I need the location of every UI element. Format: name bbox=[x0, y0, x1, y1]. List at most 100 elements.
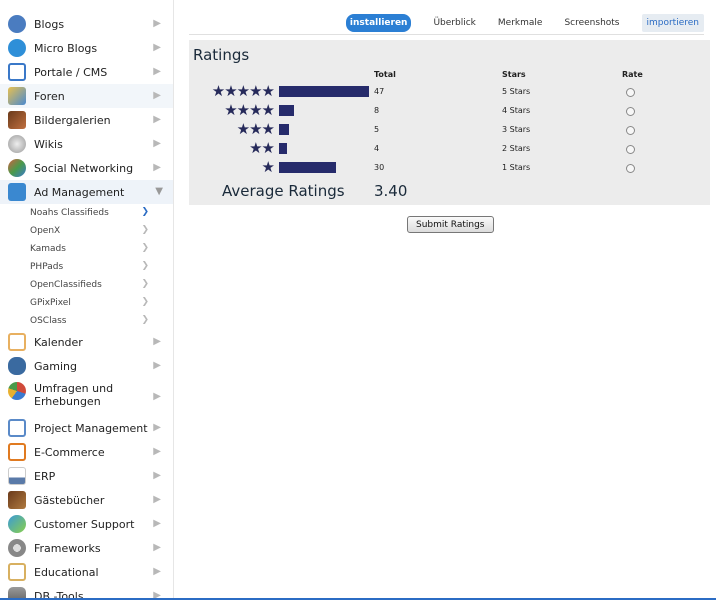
submit-ratings-button[interactable]: Submit Ratings bbox=[407, 216, 494, 233]
chevron-right-icon: ▶ bbox=[153, 18, 161, 29]
chevron-right-icon: ▶ bbox=[153, 494, 161, 505]
sidebar-item-frameworks[interactable]: Frameworks ▶ bbox=[0, 536, 173, 560]
sidebar-subitem-openx[interactable]: OpenX ❯ bbox=[0, 222, 173, 240]
sidebar-item-wikis[interactable]: Wikis ▶ bbox=[0, 132, 173, 156]
average-ratings-value: 3.40 bbox=[374, 182, 408, 200]
portal-cms-icon bbox=[8, 63, 26, 81]
star-rating-icon: ★★ bbox=[249, 139, 275, 157]
sidebar-item-label: Customer Support bbox=[34, 517, 135, 531]
sidebar-item-blogs[interactable]: Blogs ▶ bbox=[0, 12, 173, 36]
sidebar-subitem-label: OpenClassifieds bbox=[30, 280, 102, 290]
sidebar-subitem-osclass[interactable]: OSClass ❯ bbox=[0, 312, 173, 330]
star-rating-icon: ★★★ bbox=[236, 120, 275, 138]
header-stars: Stars bbox=[502, 70, 526, 79]
star-rating-icon: ★ bbox=[261, 158, 275, 176]
sidebar-item-label: ERP bbox=[34, 469, 56, 483]
chevron-right-icon: ❯ bbox=[141, 279, 149, 289]
rating-bar bbox=[279, 105, 294, 116]
sidebar-subitem-label: OSClass bbox=[30, 316, 67, 326]
sidebar-item-label: Portale / CMS bbox=[34, 65, 108, 79]
chevron-right-icon: ❯ bbox=[141, 315, 149, 325]
rating-stars-label: 5 Stars bbox=[502, 87, 531, 96]
micro-blogs-icon bbox=[8, 39, 26, 57]
star-rating-icon: ★★★★ bbox=[224, 101, 275, 119]
tab-overview[interactable]: Überblick bbox=[433, 14, 475, 32]
customer-support-icon bbox=[8, 515, 26, 533]
header-total: Total bbox=[374, 70, 396, 79]
educational-icon bbox=[8, 563, 26, 581]
guestbook-icon bbox=[8, 491, 26, 509]
rating-bar bbox=[279, 162, 336, 173]
tabs-divider bbox=[189, 34, 704, 35]
wiki-icon bbox=[8, 135, 26, 153]
chevron-right-icon: ▶ bbox=[153, 542, 161, 553]
poll-icon bbox=[8, 382, 26, 400]
gallery-icon bbox=[8, 111, 26, 129]
sidebar-item-label: Foren bbox=[34, 89, 65, 103]
sidebar-item-social-networking[interactable]: Social Networking ▶ bbox=[0, 156, 173, 180]
rating-stars-label: 4 Stars bbox=[502, 106, 531, 115]
erp-chart-icon bbox=[8, 467, 26, 485]
sidebar-item-umfragen[interactable]: Umfragen und Erhebungen ▶ bbox=[0, 378, 173, 416]
sidebar-subitem-kamads[interactable]: Kamads ❯ bbox=[0, 240, 173, 258]
sidebar-subitem-label: OpenX bbox=[30, 226, 61, 236]
sidebar-item-bildergalerien[interactable]: Bildergalerien ▶ bbox=[0, 108, 173, 132]
sidebar-item-gaestebuecher[interactable]: Gästebücher ▶ bbox=[0, 488, 173, 512]
chevron-right-icon: ▶ bbox=[153, 162, 161, 173]
rating-stars-label: 2 Stars bbox=[502, 144, 531, 153]
chevron-right-icon: ▶ bbox=[153, 470, 161, 481]
sidebar-item-label: Wikis bbox=[34, 137, 63, 151]
sidebar-item-gaming[interactable]: Gaming ▶ bbox=[0, 354, 173, 378]
ratings-title: Ratings bbox=[193, 46, 250, 64]
star-rating-icon: ★★★★★ bbox=[211, 82, 275, 100]
rating-stars-label: 3 Stars bbox=[502, 125, 531, 134]
rating-total: 30 bbox=[374, 163, 385, 172]
rating-bar bbox=[279, 124, 289, 135]
social-networking-icon bbox=[8, 159, 26, 177]
sidebar-item-label: Micro Blogs bbox=[34, 41, 98, 55]
rating-total: 5 bbox=[374, 125, 380, 134]
chevron-down-icon: ▶ bbox=[153, 187, 165, 196]
sidebar-item-kalender[interactable]: Kalender ▶ bbox=[0, 330, 173, 354]
sidebar-item-label: Umfragen und Erhebungen bbox=[34, 382, 114, 408]
sidebar-item-portale-cms[interactable]: Portale / CMS ▶ bbox=[0, 60, 173, 84]
tab-import[interactable]: importieren bbox=[641, 14, 704, 32]
sidebar-subitem-phpads[interactable]: PHPads ❯ bbox=[0, 258, 173, 276]
sidebar-item-foren[interactable]: Foren ▶ bbox=[0, 84, 173, 108]
chevron-right-icon: ▶ bbox=[153, 446, 161, 457]
tab-screenshots[interactable]: Screenshots bbox=[564, 14, 619, 32]
sidebar-item-label: Social Networking bbox=[34, 161, 134, 175]
sidebar-item-customer-support[interactable]: Customer Support ▶ bbox=[0, 512, 173, 536]
header-rate: Rate bbox=[622, 70, 643, 79]
sidebar-item-micro-blogs[interactable]: Micro Blogs ▶ bbox=[0, 36, 173, 60]
sidebar-subitem-gpixpixel[interactable]: GPixPixel ❯ bbox=[0, 294, 173, 312]
rate-radio[interactable] bbox=[626, 88, 635, 97]
chevron-right-icon: ▶ bbox=[153, 336, 161, 347]
rating-bar bbox=[279, 86, 369, 97]
chevron-right-icon: ❯ bbox=[141, 297, 149, 307]
sidebar-subitem-openclassifieds[interactable]: OpenClassifieds ❯ bbox=[0, 276, 173, 294]
sidebar-subitem-noahs-classifieds[interactable]: Noahs Classifieds ❯ bbox=[0, 204, 173, 222]
sidebar-item-erp[interactable]: ERP ▶ bbox=[0, 464, 173, 488]
tab-bar: installieren Überblick Merkmale Screensh… bbox=[345, 14, 704, 32]
chevron-right-icon: ▶ bbox=[153, 360, 161, 371]
rate-radio[interactable] bbox=[626, 164, 635, 173]
sidebar-item-label: Bildergalerien bbox=[34, 113, 111, 127]
rating-total: 4 bbox=[374, 144, 380, 153]
rate-radio[interactable] bbox=[626, 145, 635, 154]
sidebar-item-e-commerce[interactable]: E-Commerce ▶ bbox=[0, 440, 173, 464]
chevron-right-icon: ❯ bbox=[141, 243, 149, 253]
rate-radio[interactable] bbox=[626, 126, 635, 135]
sidebar-item-label: Gästebücher bbox=[34, 493, 105, 507]
sidebar-item-educational[interactable]: Educational ▶ bbox=[0, 560, 173, 584]
chevron-right-icon: ▶ bbox=[153, 422, 161, 433]
chevron-right-icon: ❯ bbox=[141, 225, 149, 235]
rate-radio[interactable] bbox=[626, 107, 635, 116]
shopping-cart-icon bbox=[8, 443, 26, 461]
sidebar-item-label: Gaming bbox=[34, 359, 77, 373]
tab-install[interactable]: installieren bbox=[345, 14, 412, 32]
sidebar-item-label: Ad Management bbox=[34, 185, 125, 199]
sidebar-item-project-management[interactable]: Project Management ▶ bbox=[0, 416, 173, 440]
tab-features[interactable]: Merkmale bbox=[498, 14, 543, 32]
sidebar-item-ad-management[interactable]: Ad Management ▶ bbox=[0, 180, 173, 204]
